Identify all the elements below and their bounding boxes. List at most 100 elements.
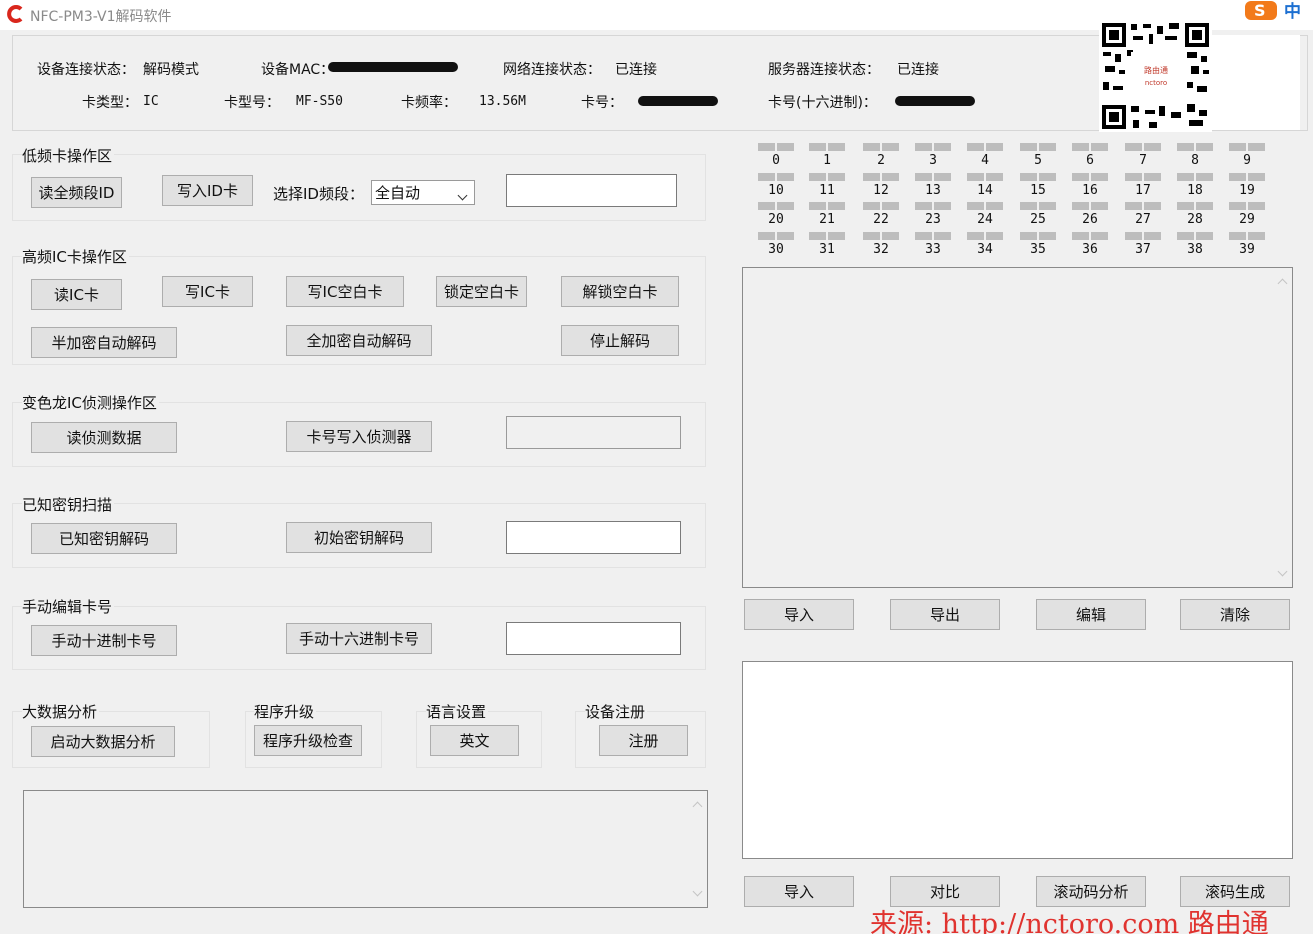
key-a-indicator xyxy=(809,143,826,151)
log-textarea[interactable] xyxy=(23,790,708,908)
english-button[interactable]: 英文 xyxy=(430,725,519,756)
scroll-up-icon[interactable] xyxy=(1277,278,1288,289)
read-detect-data-button[interactable]: 读侦测数据 xyxy=(31,422,177,453)
known-key-input[interactable] xyxy=(506,521,681,554)
sector-indicator: 38 xyxy=(1175,231,1215,262)
sector-number: 30 xyxy=(768,241,784,257)
scroll-down-icon[interactable] xyxy=(1277,566,1288,577)
key-a-indicator xyxy=(863,143,880,151)
initial-key-decode-button[interactable]: 初始密钥解码 xyxy=(286,522,432,553)
card-hex-label: 卡号(十六进制)： xyxy=(768,95,877,111)
sector-number: 3 xyxy=(929,153,937,168)
key-a-indicator xyxy=(758,231,775,240)
server-value: 已连接 xyxy=(897,62,939,78)
sector-indicator: 34 xyxy=(965,231,1005,262)
key-a-indicator xyxy=(863,202,880,210)
read-all-band-button[interactable]: 读全频段ID xyxy=(31,177,122,208)
key-b-indicator xyxy=(828,143,845,151)
key-b-indicator xyxy=(1039,143,1056,151)
register-button[interactable]: 注册 xyxy=(599,725,688,756)
sector-status-bars xyxy=(965,231,1005,240)
sector-status-bars xyxy=(1175,202,1215,210)
sector-number: 36 xyxy=(1082,241,1098,257)
key-b-indicator xyxy=(1091,231,1108,240)
sector-indicator: 26 xyxy=(1070,202,1110,232)
chevron-down-icon xyxy=(457,190,468,201)
manual-card-input[interactable] xyxy=(506,622,681,655)
start-bigdata-button[interactable]: 启动大数据分析 xyxy=(31,726,175,757)
key-b-indicator xyxy=(986,143,1003,151)
import-rolling-button[interactable]: 导入 xyxy=(744,876,854,907)
manual-decimal-button[interactable]: 手动十进制卡号 xyxy=(31,625,177,656)
chameleon-input[interactable] xyxy=(506,416,681,449)
half-encrypt-decode-button[interactable]: 半加密自动解码 xyxy=(31,327,177,358)
unlock-blank-button[interactable]: 解锁空白卡 xyxy=(561,276,679,307)
app-logo-icon xyxy=(7,5,23,23)
key-a-indicator xyxy=(809,231,826,240)
sector-status-bars xyxy=(965,143,1005,151)
qr-caption-top: 路由通 xyxy=(1144,65,1168,75)
band-select[interactable]: 全自动 xyxy=(371,180,475,205)
sector-number: 20 xyxy=(768,212,784,227)
scroll-down-icon[interactable] xyxy=(692,886,703,897)
edit-button[interactable]: 编辑 xyxy=(1036,599,1146,630)
stop-decode-button[interactable]: 停止解码 xyxy=(561,325,679,356)
full-encrypt-decode-button[interactable]: 全加密自动解码 xyxy=(286,325,432,356)
sector-indicator: 10 xyxy=(756,172,796,203)
manual-group-title: 手动编辑卡号 xyxy=(22,596,115,617)
lf-id-input[interactable] xyxy=(506,174,677,207)
known-key-decode-button[interactable]: 已知密钥解码 xyxy=(31,523,177,554)
key-b-indicator xyxy=(828,172,845,181)
upgrade-group-title: 程序升级 xyxy=(254,701,317,722)
key-a-indicator xyxy=(758,172,775,181)
sector-grid: 0 1 2 3 4 5 6 7 8 9 10 11 12 13 14 15 16 17 18 19 20 21 22 23 24… xyxy=(756,143,1296,263)
register-group-title: 设备注册 xyxy=(585,701,648,722)
sector-number: 1 xyxy=(823,153,831,168)
sector-number: 4 xyxy=(981,153,989,168)
card-no-redacted xyxy=(638,96,718,106)
key-b-indicator xyxy=(777,172,794,181)
upgrade-check-button[interactable]: 程序升级检查 xyxy=(254,725,362,756)
write-detector-button[interactable]: 卡号写入侦测器 xyxy=(286,421,432,452)
key-b-indicator xyxy=(828,202,845,210)
key-b-indicator xyxy=(1196,143,1213,151)
sector-number: 16 xyxy=(1082,182,1098,198)
key-a-indicator xyxy=(1125,231,1142,240)
sector-indicator: 9 xyxy=(1227,143,1267,173)
key-a-indicator xyxy=(863,172,880,181)
write-blank-button[interactable]: 写IC空白卡 xyxy=(286,276,404,307)
select-band-label: 选择ID频段： xyxy=(273,185,364,203)
rolling-code-textarea[interactable] xyxy=(742,661,1293,859)
scroll-up-icon[interactable] xyxy=(692,801,703,812)
export-button[interactable]: 导出 xyxy=(890,599,1000,630)
key-b-indicator xyxy=(934,202,951,210)
device-mac-redacted xyxy=(328,62,458,72)
manual-hex-button[interactable]: 手动十六进制卡号 xyxy=(286,623,432,654)
import-button[interactable]: 导入 xyxy=(744,599,854,630)
sector-number: 26 xyxy=(1082,212,1098,227)
sector-status-bars xyxy=(807,202,847,210)
read-ic-button[interactable]: 读IC卡 xyxy=(31,279,122,310)
key-a-indicator xyxy=(863,231,880,240)
lock-blank-button[interactable]: 锁定空白卡 xyxy=(436,276,527,307)
clear-button[interactable]: 清除 xyxy=(1180,599,1290,630)
sector-indicator: 22 xyxy=(861,202,901,232)
sector-number: 27 xyxy=(1135,212,1151,227)
key-b-indicator xyxy=(1039,202,1056,210)
write-id-button[interactable]: 写入ID卡 xyxy=(162,175,253,206)
sector-indicator: 30 xyxy=(756,231,796,262)
write-ic-button[interactable]: 写IC卡 xyxy=(162,276,253,307)
sector-data-textarea[interactable] xyxy=(742,267,1293,588)
sector-status-bars xyxy=(1227,231,1267,240)
sector-number: 25 xyxy=(1030,212,1046,227)
ime-indicator[interactable]: S 中 xyxy=(1244,0,1313,22)
sector-indicator: 32 xyxy=(861,231,901,262)
key-b-indicator xyxy=(1196,231,1213,240)
sector-status-bars xyxy=(807,143,847,151)
server-label: 服务器连接状态： xyxy=(768,62,880,78)
sector-number: 15 xyxy=(1030,182,1046,198)
card-type-value: IC xyxy=(143,94,159,109)
key-b-indicator xyxy=(1144,202,1161,210)
language-group-title: 语言设置 xyxy=(426,701,489,722)
sector-indicator: 0 xyxy=(756,143,796,173)
